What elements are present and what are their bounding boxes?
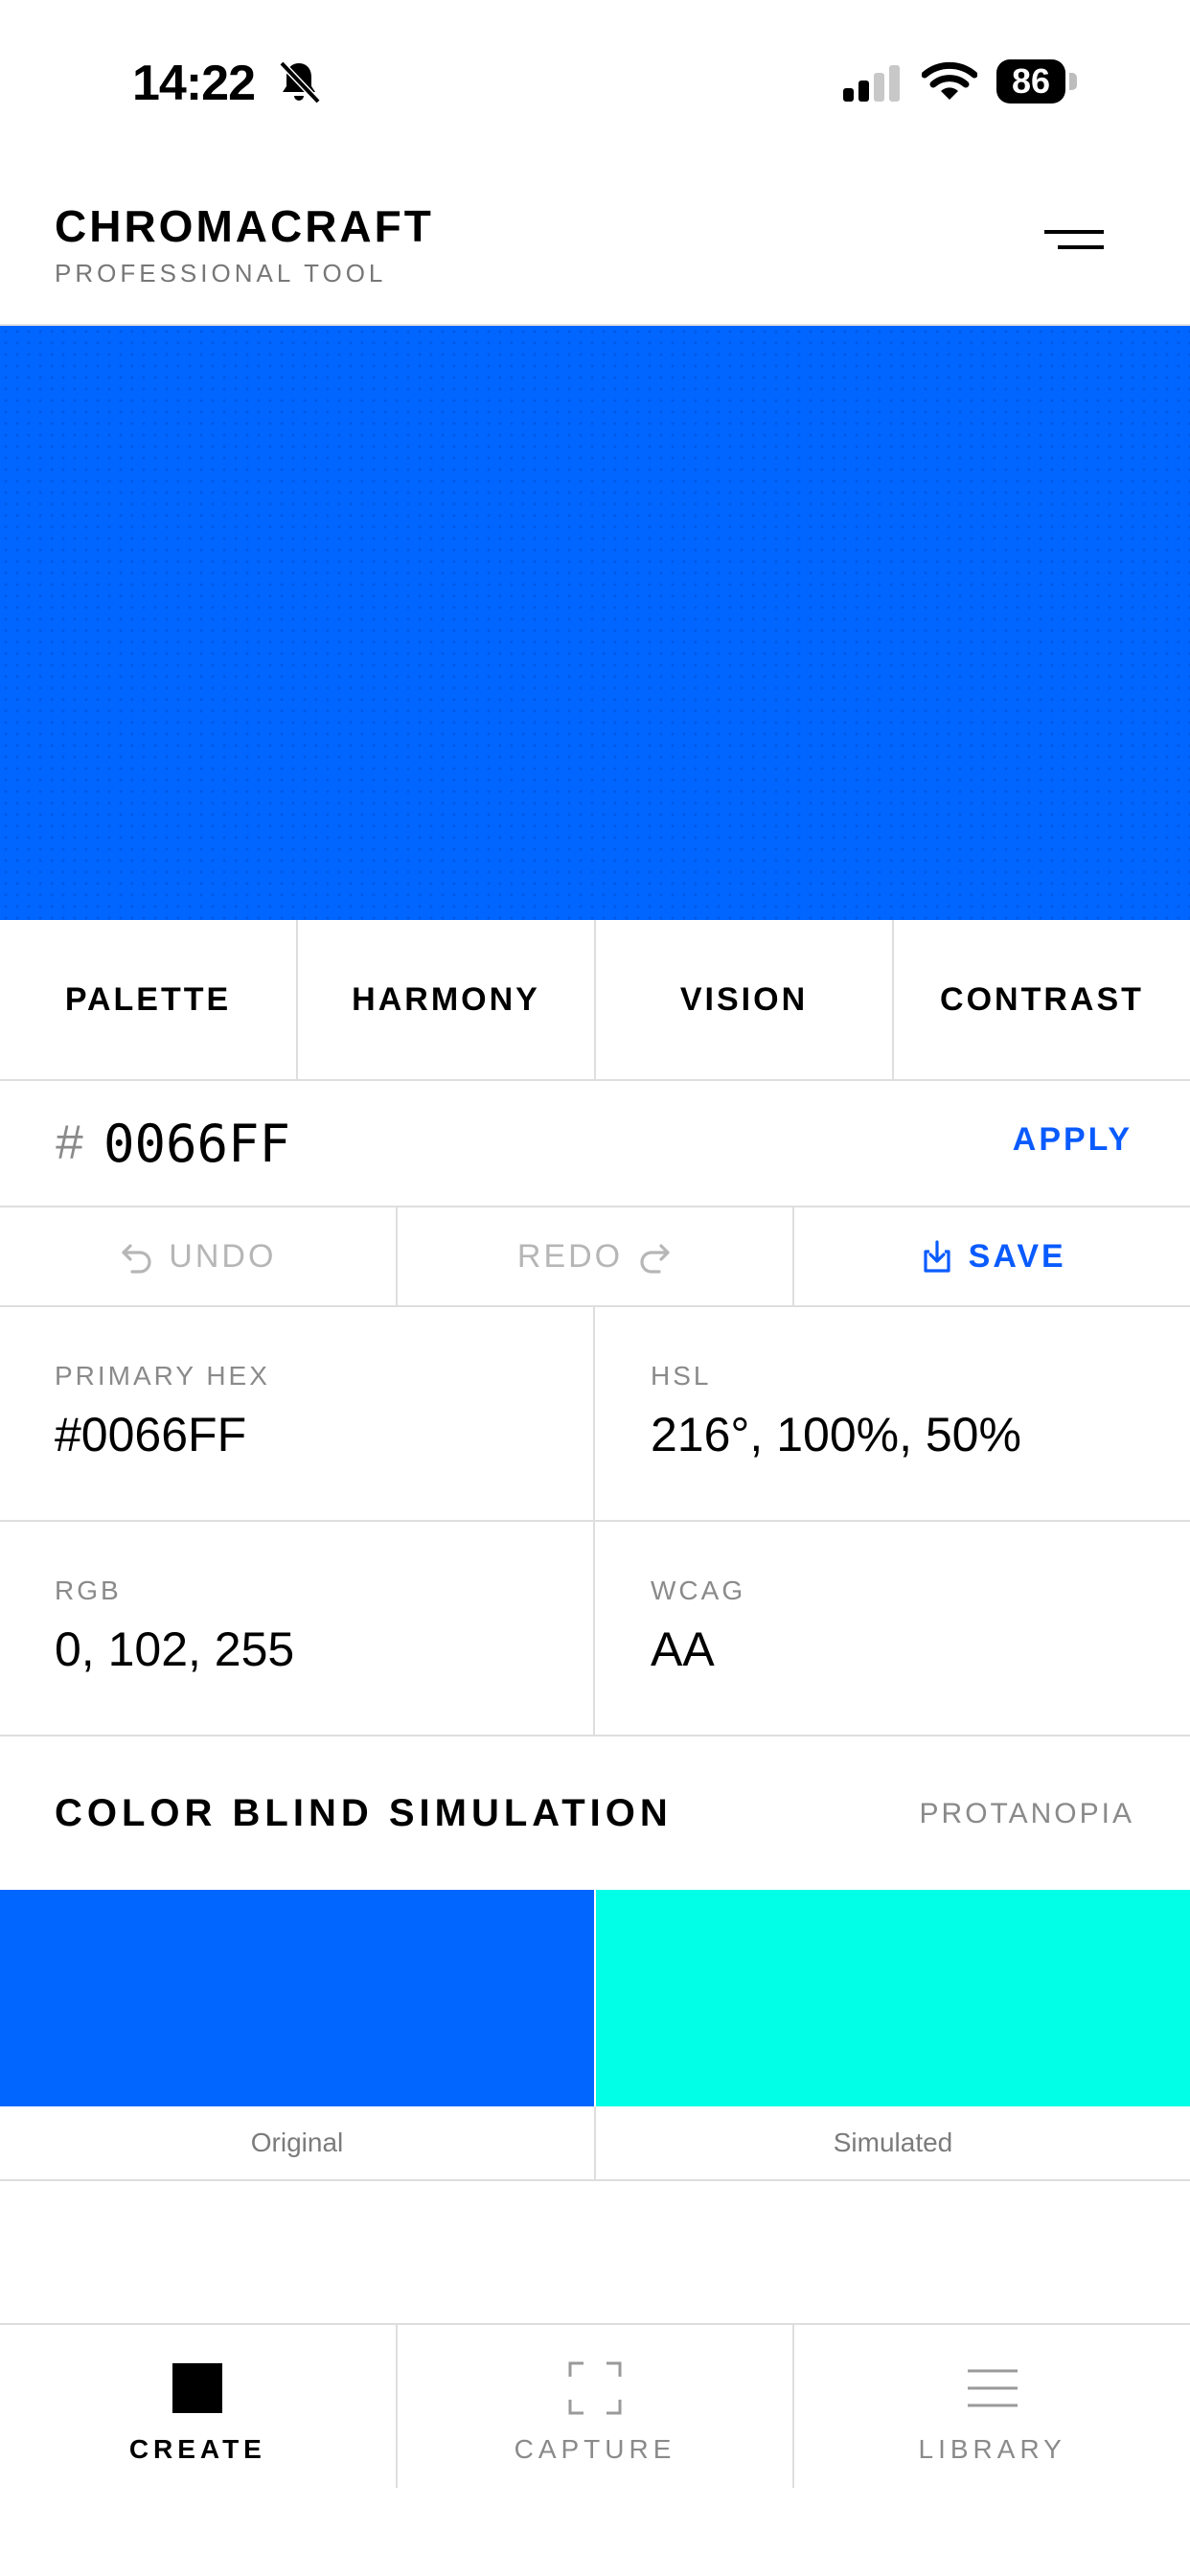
save-label: SAVE [968, 1237, 1066, 1275]
capture-frame-icon [568, 2361, 622, 2415]
primary-hex-value: #0066FF [55, 1408, 247, 1461]
hex-input-row: # APPLY [0, 1081, 1190, 1208]
redo-label: REDO [516, 1237, 624, 1275]
bottom-nav: CREATE CAPTURE LIBRARY [0, 2323, 1190, 2488]
menu-lines-icon [967, 2369, 1018, 2407]
tab-harmony[interactable]: HARMONY [298, 920, 596, 1079]
color-preview-canvas[interactable] [0, 326, 1190, 920]
tab-palette[interactable]: PALETTE [0, 920, 298, 1079]
tab-contrast[interactable]: CONTRAST [894, 920, 1190, 1079]
nav-capture-label: CAPTURE [514, 2434, 676, 2464]
cellular-signal-icon [843, 65, 900, 102]
battery-indicator: 86 [996, 59, 1077, 104]
redo-icon [640, 1244, 670, 1274]
color-blind-title: COLOR BLIND SIMULATION [55, 1792, 673, 1834]
original-caption: Original [0, 2106, 596, 2179]
square-icon [172, 2363, 223, 2413]
simulation-mode[interactable]: PROTANOPIA [920, 1798, 1134, 1830]
simulated-swatch [596, 1890, 1190, 2106]
simulated-caption: Simulated [833, 2128, 953, 2157]
wcag-label: WCAG [651, 1576, 746, 1605]
rgb-label: RGB [55, 1576, 122, 1605]
wifi-icon [922, 61, 977, 100]
nav-library-label: LIBRARY [918, 2434, 1066, 2464]
undo-button[interactable]: UNDO [0, 1208, 398, 1305]
menu-icon[interactable] [1037, 224, 1111, 263]
original-swatch [0, 1890, 596, 2106]
hsl-label: HSL [651, 1361, 712, 1391]
apply-button[interactable]: APPLY [1013, 1121, 1133, 1159]
nav-create[interactable]: CREATE [0, 2325, 398, 2488]
hex-input[interactable] [103, 1110, 774, 1177]
redo-button[interactable]: REDO [398, 1208, 795, 1305]
wcag-value: AA [651, 1622, 715, 1676]
rgb-cell: RGB 0, 102, 255 [0, 1522, 595, 1736]
primary-hex-label: PRIMARY HEX [55, 1361, 270, 1391]
nav-capture[interactable]: CAPTURE [398, 2325, 795, 2488]
nav-create-label: CREATE [128, 2434, 266, 2464]
save-button[interactable]: SAVE [794, 1208, 1190, 1305]
rgb-value: 0, 102, 255 [55, 1622, 295, 1676]
wcag-cell: WCAG AA [595, 1522, 1190, 1736]
app-subtitle: PROFESSIONAL TOOL [55, 259, 387, 288]
swatch-captions: Original Simulated [0, 2106, 1190, 2181]
hsl-value: 216°, 100%, 50% [651, 1408, 1021, 1461]
save-icon [924, 1240, 950, 1273]
battery-level: 86 [996, 59, 1065, 104]
mode-tabs: PALETTE HARMONY VISION CONTRAST [0, 920, 1190, 1081]
status-time: 14:22 [132, 56, 256, 111]
color-info-grid: PRIMARY HEX #0066FF HSL 216°, 100%, 50% … [0, 1307, 1190, 1736]
primary-hex-cell: PRIMARY HEX #0066FF [0, 1307, 595, 1522]
undo-label: UNDO [169, 1237, 277, 1275]
simulation-swatches [0, 1890, 1190, 2106]
history-actions: UNDO REDO SAVE [0, 1208, 1190, 1307]
muted-bell-icon [279, 60, 321, 104]
undo-icon [122, 1244, 151, 1274]
hash-prefix: # [55, 1117, 85, 1174]
app-title: CHROMACRAFT [55, 201, 434, 251]
hsl-cell: HSL 216°, 100%, 50% [595, 1307, 1190, 1522]
battery-nub [1069, 73, 1077, 90]
nav-library[interactable]: LIBRARY [794, 2325, 1190, 2488]
tab-vision[interactable]: VISION [596, 920, 894, 1079]
